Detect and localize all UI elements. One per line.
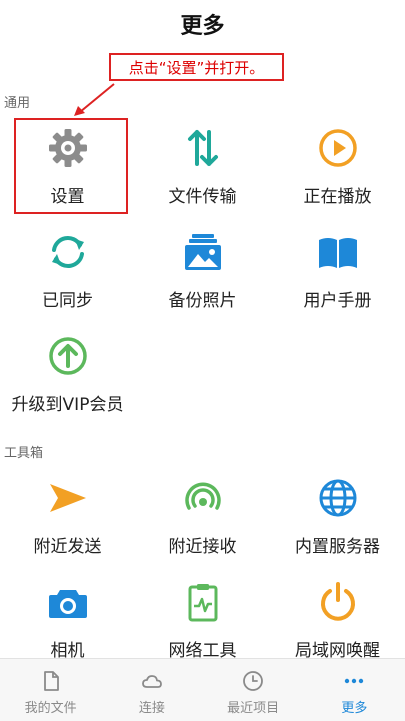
tab-more-label: 更多 (341, 701, 368, 716)
tab-recent-items[interactable]: 最近项目 (203, 659, 304, 721)
tab-my-files-label: 我的文件 (24, 701, 77, 716)
sync-icon (51, 235, 84, 269)
synced-label: 已同步 (42, 291, 93, 311)
receive-signal-icon (184, 482, 221, 510)
tab-my-files[interactable]: 我的文件 (0, 659, 101, 721)
annotation-arrow-icon (74, 83, 115, 116)
nearby-receive-item[interactable]: 附近接收 (135, 470, 270, 574)
nearby-receive-label: 附近接收 (168, 537, 237, 557)
highlight-box (14, 118, 128, 214)
globe-icon (319, 479, 356, 517)
tab-more[interactable]: 更多 (304, 659, 405, 721)
annotation-note: 点击“设置”并打开。 (109, 53, 284, 81)
section-label-general: 通用 (4, 96, 31, 111)
more-dots-icon (345, 678, 364, 684)
transfer-arrows-icon (187, 130, 218, 166)
file-icon (43, 671, 59, 691)
backup-photos-label: 备份照片 (168, 291, 237, 311)
upgrade-arrow-icon (48, 337, 87, 375)
clock-icon (243, 671, 264, 691)
tab-connect-label: 连接 (138, 701, 165, 716)
clipboard-pulse-icon (188, 584, 217, 622)
file-transfer-item[interactable]: 文件传输 (135, 120, 270, 224)
upgrade-vip-item[interactable]: 升级到VIP会员 (0, 328, 135, 432)
page-title: 更多 (180, 14, 225, 39)
now-playing-label: 正在播放 (303, 187, 372, 207)
user-manual-label: 用户手册 (303, 291, 372, 311)
now-playing-item[interactable]: 正在播放 (270, 120, 405, 224)
send-icon (49, 484, 86, 512)
tab-recent-items-label: 最近项目 (227, 701, 280, 716)
file-transfer-label: 文件传输 (168, 187, 237, 207)
section-label-toolbox: 工具箱 (4, 446, 44, 461)
nearby-send-label: 附近发送 (33, 537, 102, 557)
camera-icon (48, 590, 87, 618)
upgrade-vip-label: 升级到VIP会员 (11, 395, 124, 415)
nearby-send-item[interactable]: 附近发送 (0, 470, 135, 574)
backup-photos-item[interactable]: 备份照片 (135, 224, 270, 328)
power-icon (320, 582, 355, 621)
book-icon (318, 238, 357, 268)
tab-connect[interactable]: 连接 (101, 659, 202, 721)
synced-item[interactable]: 已同步 (0, 224, 135, 328)
photo-backup-icon (184, 234, 221, 270)
cloud-icon (141, 675, 162, 688)
user-manual-item[interactable]: 用户手册 (270, 224, 405, 328)
builtin-server-item[interactable]: 内置服务器 (270, 470, 405, 574)
play-circle-icon (318, 129, 357, 167)
builtin-server-label: 内置服务器 (295, 537, 380, 557)
bottom-tab-bar: 我的文件 连接 最近项目 更多 (0, 658, 405, 721)
